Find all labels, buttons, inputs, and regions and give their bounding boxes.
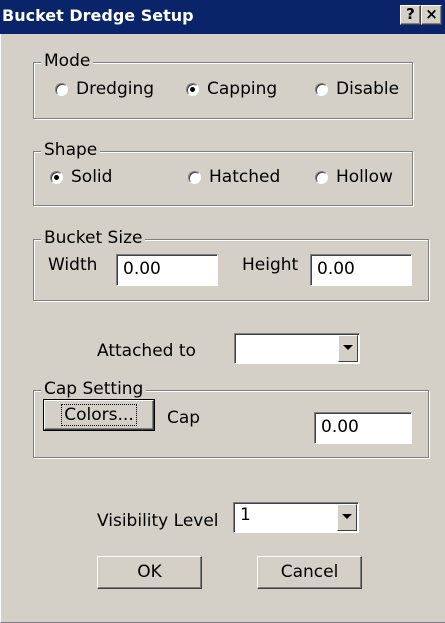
mode-option-disable[interactable]: Disable bbox=[315, 79, 399, 99]
cap-setting-legend: Cap Setting bbox=[41, 379, 147, 399]
ok-button[interactable]: OK bbox=[97, 556, 202, 589]
radio-icon bbox=[188, 170, 201, 184]
shape-option-solid[interactable]: Solid bbox=[50, 167, 112, 187]
radio-icon bbox=[315, 170, 328, 184]
radio-icon bbox=[315, 82, 328, 96]
visibility-level-dropdown[interactable]: 1 bbox=[233, 502, 359, 533]
attached-to-dropdown[interactable] bbox=[234, 333, 360, 364]
cap-field[interactable]: 0.00 bbox=[314, 412, 412, 444]
shape-option-hollow[interactable]: Hollow bbox=[315, 167, 393, 187]
colors-button[interactable]: Colors... bbox=[43, 399, 155, 431]
mode-option-label: Dredging bbox=[76, 79, 155, 99]
bucket-size-group: Bucket Size Width 0.00 Height 0.00 bbox=[33, 228, 429, 301]
shape-option-label: Hatched bbox=[209, 167, 281, 187]
radio-checked-icon bbox=[186, 82, 199, 96]
width-label: Width bbox=[48, 255, 98, 275]
visibility-level-label: Visibility Level bbox=[97, 511, 219, 531]
visibility-level-value: 1 bbox=[240, 505, 251, 525]
colors-button-label: Colors... bbox=[61, 404, 137, 426]
cancel-button[interactable]: Cancel bbox=[257, 556, 362, 589]
radio-icon bbox=[55, 82, 68, 96]
height-label: Height bbox=[242, 255, 299, 275]
attached-to-label: Attached to bbox=[97, 341, 196, 361]
shape-option-label: Hollow bbox=[336, 167, 393, 187]
mode-option-label: Capping bbox=[207, 79, 278, 99]
cap-setting-group: Cap Setting Colors... Cap 0.00 bbox=[33, 379, 429, 458]
height-field[interactable]: 0.00 bbox=[310, 254, 412, 286]
width-field[interactable]: 0.00 bbox=[116, 254, 218, 286]
chevron-down-icon[interactable] bbox=[338, 335, 358, 362]
shape-option-label: Solid bbox=[71, 167, 113, 187]
mode-group: Mode Dredging Capping Disable bbox=[33, 51, 413, 119]
help-button[interactable]: ? bbox=[400, 5, 421, 25]
title-bar: Bucket Dredge Setup ? × bbox=[0, 0, 445, 34]
mode-option-label: Disable bbox=[336, 79, 400, 99]
shape-option-hatched[interactable]: Hatched bbox=[188, 167, 280, 187]
shape-group: Shape Solid Hatched Hollow bbox=[33, 140, 413, 206]
radio-checked-icon bbox=[50, 170, 63, 184]
cap-label: Cap bbox=[167, 408, 201, 428]
shape-legend: Shape bbox=[41, 140, 101, 160]
mode-legend: Mode bbox=[41, 51, 94, 71]
mode-option-dredging[interactable]: Dredging bbox=[55, 79, 154, 99]
bucket-size-legend: Bucket Size bbox=[41, 228, 146, 248]
close-button[interactable]: × bbox=[421, 5, 442, 25]
chevron-down-icon[interactable] bbox=[337, 504, 357, 531]
dialog-body: Mode Dredging Capping Disable Shape Soli… bbox=[0, 34, 445, 623]
window-title: Bucket Dredge Setup bbox=[2, 6, 194, 25]
mode-option-capping[interactable]: Capping bbox=[186, 79, 277, 99]
